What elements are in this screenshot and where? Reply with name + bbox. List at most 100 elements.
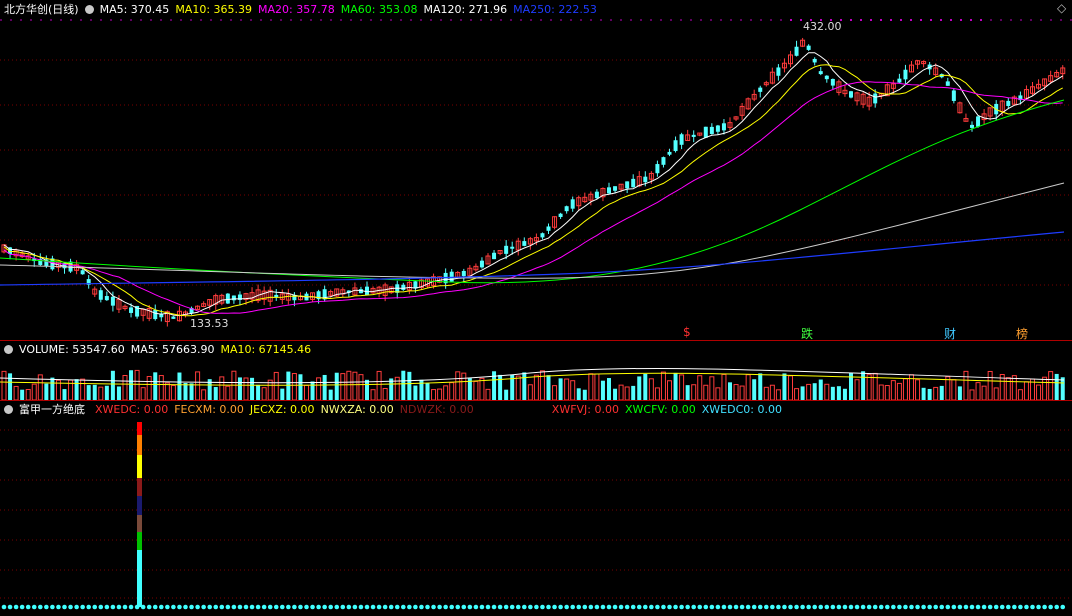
volume-bar-down [758,373,763,400]
signal-dot [860,19,862,21]
volume-bar-down [413,385,418,400]
diamond-icon[interactable]: ◇ [1057,1,1066,15]
volume-bar-up [346,370,352,401]
indicator-baseline-dot [165,604,170,610]
indicator-panel-header: 富甲一方绝底 XWEDC: 0.00 FECXM: 0.00 JECXZ: 0.00 N… [4,403,788,417]
indicator-baseline-dot [594,604,600,610]
indicator-baseline-dot [667,604,672,610]
volume-title: VOLUME: 53547.60 [19,343,125,356]
signal-dot [980,19,982,21]
volume-bar-down [558,378,563,400]
indicator-baseline-dot [146,604,152,610]
volume-bar-up [146,376,152,401]
volume-bar-down [86,385,91,400]
volume-bar-down [110,370,115,400]
indicator-baseline-dot [661,604,666,610]
indicator-baseline-dot [612,604,618,610]
indicator-baseline-dot [401,604,406,610]
volume-bar-down [74,379,79,400]
indicator-baseline-dot [316,604,321,610]
volume-bar-up [788,375,793,401]
main-panel-header: 北方华创(日线) MA5: 370.45 MA10: 365.39 MA20: 357… [4,3,603,17]
collapse-circle-icon[interactable] [84,4,94,14]
down-candle [401,284,406,290]
volume-bar-down [129,370,134,400]
indicator-baseline-dot [503,604,509,610]
indicator-baseline-dot [298,604,303,610]
volume-bar-down [286,371,291,400]
indicator-baseline-dot [50,604,55,610]
indicator-baseline-dot [643,604,648,610]
down-candle [976,116,981,127]
indicator-baseline-dot [273,604,279,610]
candlestick-chart[interactable] [0,0,1072,616]
volume-bar-up [733,384,739,401]
volume-panel-header: VOLUME: 53547.60 MA5: 57663.90 MA10: 67145… [4,343,317,357]
down-candle [970,124,974,128]
down-candle [951,90,956,101]
indicator-baseline-dot [122,604,128,610]
indicator-baseline-dot [334,604,340,610]
volume-bar-down [250,377,255,400]
indicator-baseline-dot [745,604,751,610]
volume-bar-down [673,372,678,400]
volume-bar-down [237,377,242,400]
indicator-baseline-dot [836,604,842,610]
volume-bar-down [425,383,430,400]
indicator-baseline-dot [630,604,636,610]
volume-bar-down [213,387,218,400]
indicator-baseline-dot [134,604,140,610]
volume-bar-up [824,383,830,401]
volume-bar-up [987,370,993,401]
indicator-baseline-dot [764,604,769,610]
volume-bar-down [576,388,581,400]
volume-bar-up [769,384,775,401]
indicator-baseline-dot [407,604,412,610]
ma20-label: MA20: 357.78 [258,3,335,16]
indicator-baseline-dot [854,604,860,610]
indicator-baseline-dot [1012,604,1017,610]
volume-bar-up [915,379,921,401]
volume-bar-up [969,389,975,401]
indicator-baseline-dot [310,604,315,610]
indicator-baseline-dot [243,604,249,610]
indicator-baseline-dot [600,604,606,610]
indicator-baseline-dot [86,604,91,610]
indicator-baseline-dot [987,604,993,610]
indicator-spike-segment [137,496,142,515]
down-candle [625,181,630,189]
indicator-baseline-dot [467,604,473,610]
down-candle [153,309,158,320]
volume-bar-up [1042,376,1048,401]
indicator-baseline-dot [68,604,73,610]
high-price-label: 432.00 [803,20,842,33]
stock-title: 北方华创(日线) [4,3,79,16]
down-candle [897,78,902,83]
volume-bar-down [492,371,497,400]
indicator-baseline-dot [479,604,485,610]
indicator-baseline-dot [177,604,182,610]
volume-bar-up [709,376,715,401]
indicator-baseline-dot [721,604,727,610]
down-candle [873,93,878,104]
volume-bar-up [461,372,467,401]
collapse-circle-icon[interactable] [4,344,13,354]
volume-bar-up [1048,371,1054,401]
indicator-baseline-dot [673,604,678,610]
indicator-baseline-dot [225,604,231,610]
indicator-baseline-dot [842,604,848,610]
signal-dot [920,19,922,21]
volume-bar-up [382,388,388,401]
indicator-baseline-dot [7,604,13,610]
collapse-circle-icon[interactable] [4,404,13,414]
indicator-baseline-dot [757,604,763,610]
volume-bar-up [340,373,346,401]
down-candle [613,186,618,191]
indicator-baseline-dot [431,604,436,610]
down-candle [1006,100,1011,107]
indicator-baseline-dot [927,604,932,610]
indicator-baseline-dot [794,604,799,610]
down-candle [667,151,672,155]
volume-bar-down [830,386,835,400]
signal-dot [930,19,932,21]
